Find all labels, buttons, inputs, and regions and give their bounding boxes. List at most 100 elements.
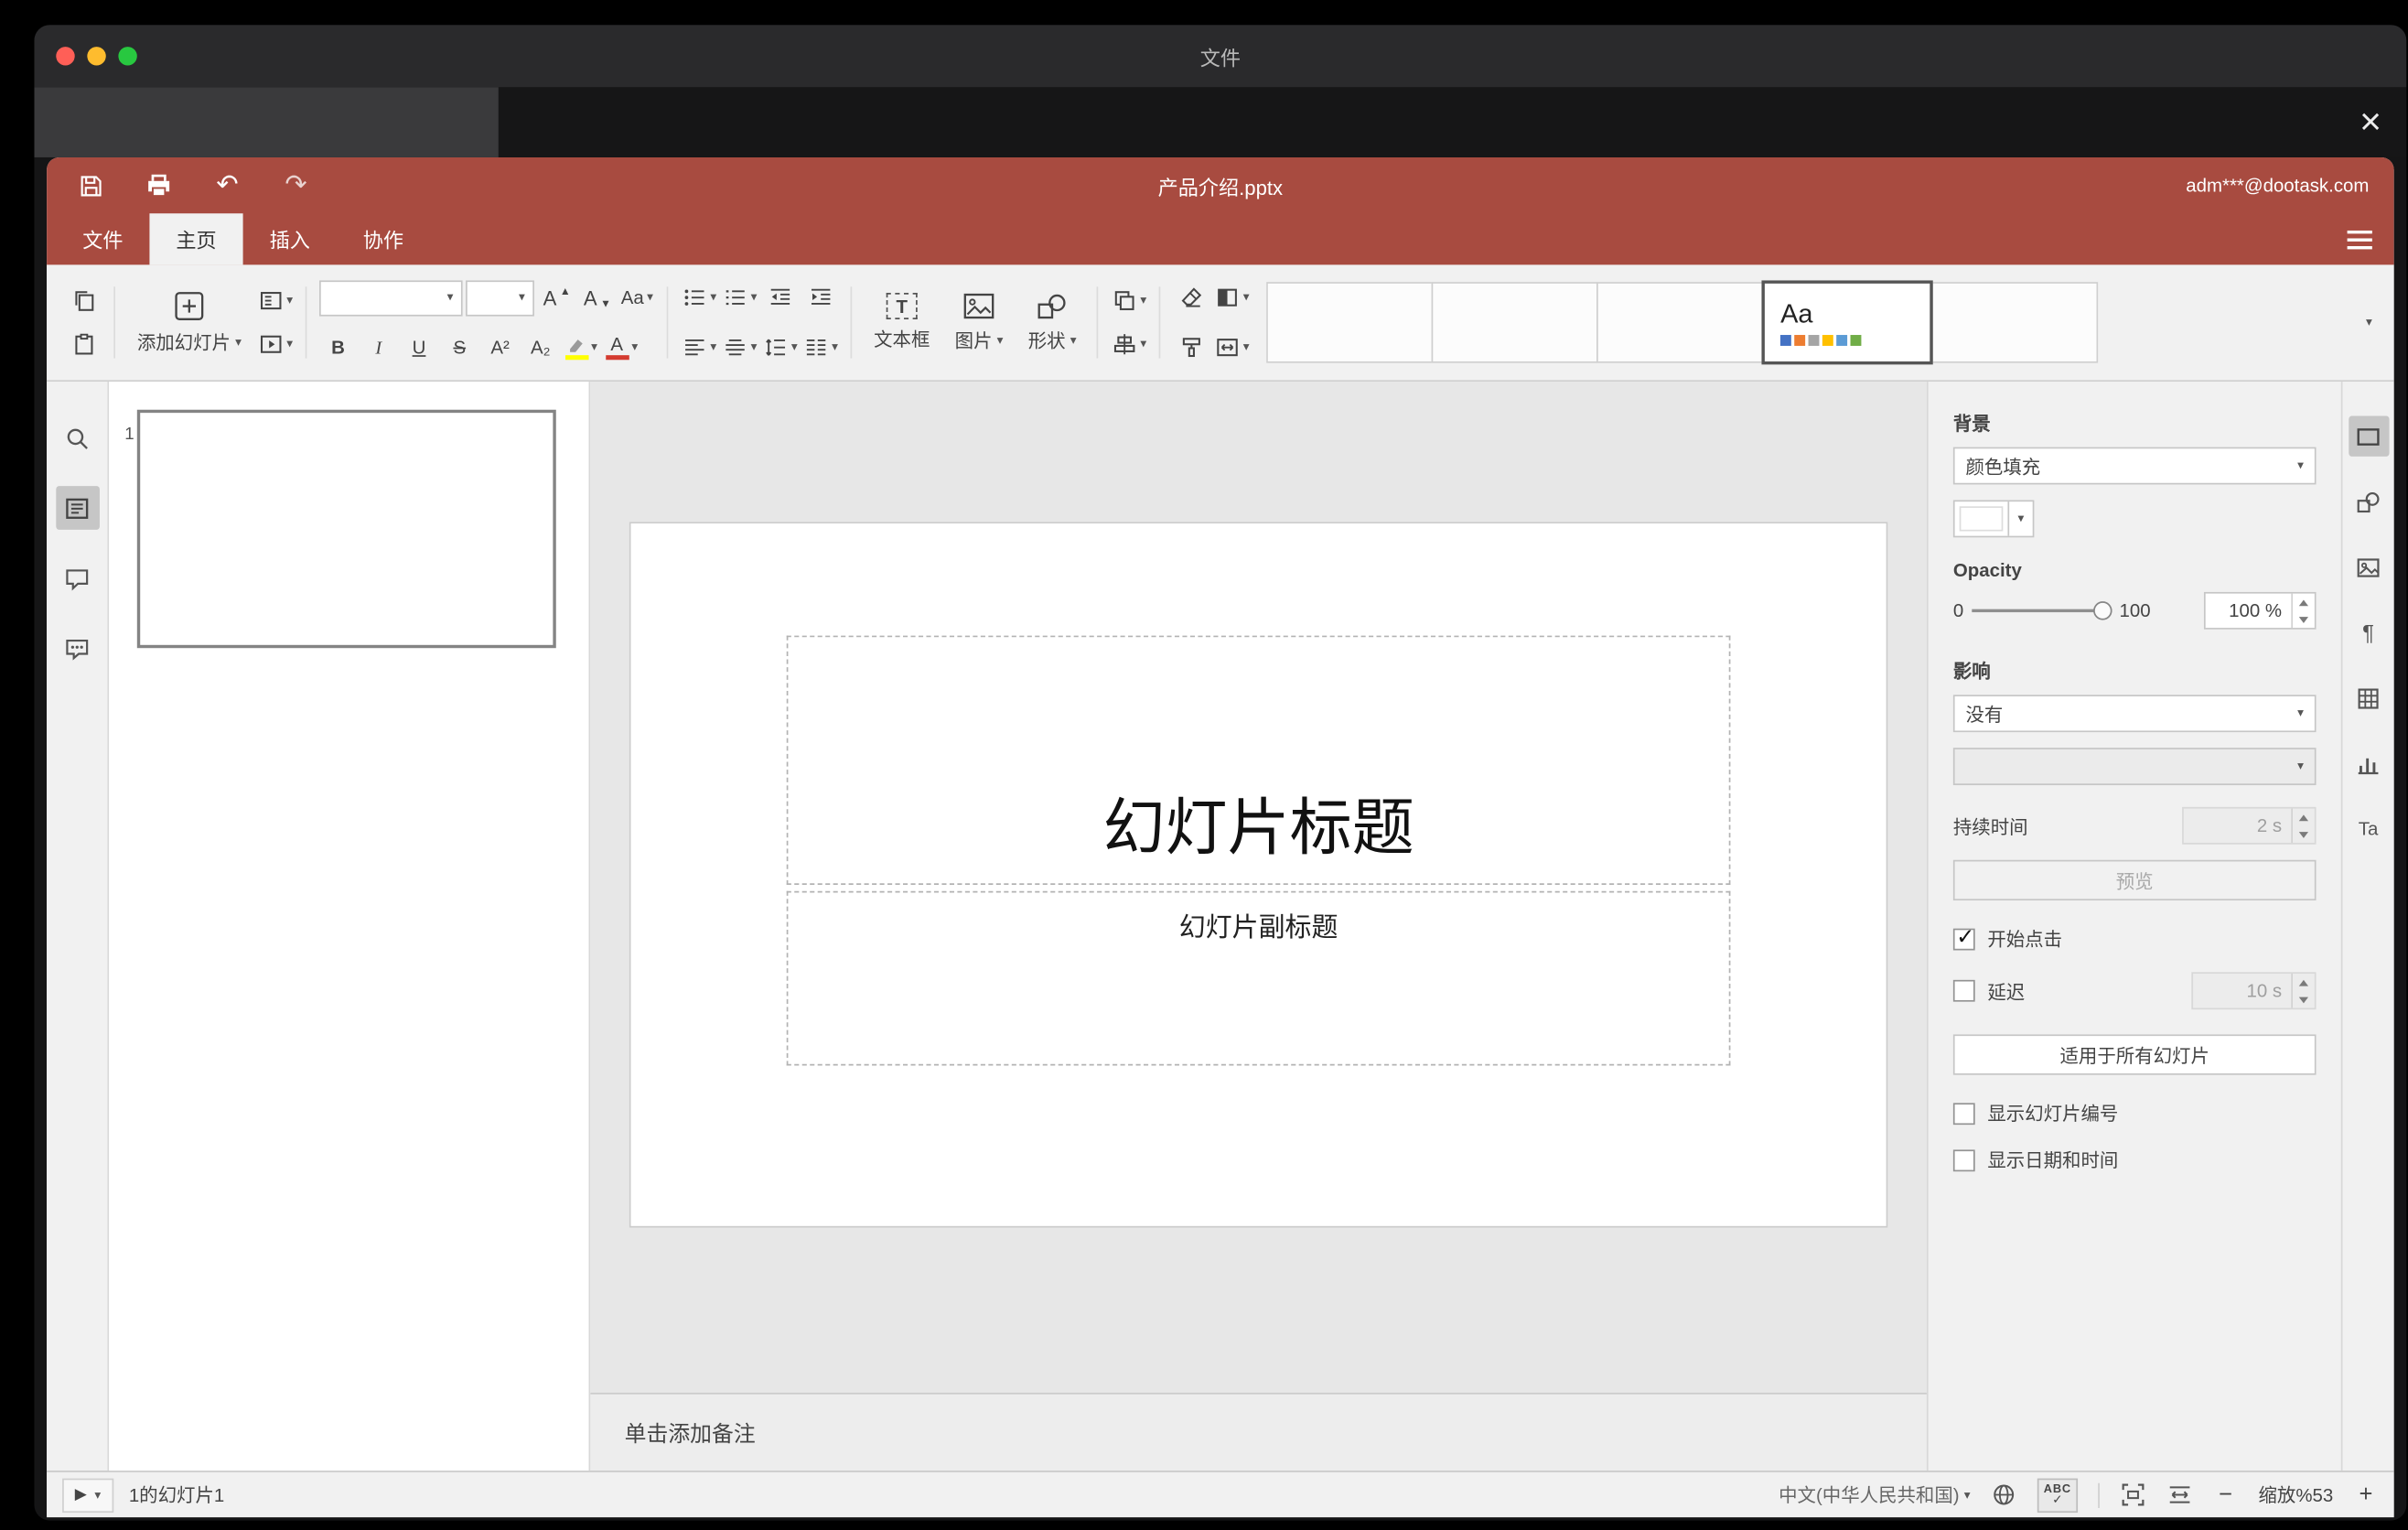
slides-group: 添加幻灯片 [113,271,306,373]
zoom-window-button[interactable] [118,47,137,66]
zoom-out-button[interactable]: − [2213,1482,2238,1508]
fill-type-select[interactable]: 颜色填充 [1952,447,2317,485]
change-case-button[interactable]: Aa [618,279,656,317]
theme-tile[interactable] [1931,282,2099,363]
image-settings-button[interactable] [2348,547,2388,587]
zoom-in-button[interactable]: + [2353,1482,2378,1508]
subtitle-placeholder[interactable]: 幻灯片副标题 [786,890,1731,1066]
color-swatch [1959,506,2004,532]
undo-button[interactable]: ↶ [202,165,252,205]
insert-textbox-button[interactable]: T 文本框 [865,275,940,369]
horizontal-align-button[interactable] [681,329,718,366]
copy-style-button[interactable] [1173,329,1210,366]
fit-to-width-button[interactable] [2166,1482,2193,1508]
paragraph-settings-button[interactable]: ¶ [2348,612,2388,652]
strikethrough-button[interactable]: S [441,329,478,366]
theme-tile-selected[interactable]: Aa [1761,280,1933,365]
eraser-icon [1181,287,1202,307]
slides-panel-button[interactable] [55,486,100,530]
paste-button[interactable] [66,326,103,363]
gallery-expand-button[interactable] [2350,279,2388,366]
slide-size-button[interactable] [1213,329,1251,366]
opacity-min-label: 0 [1952,599,1964,622]
tab-file[interactable]: 文件 [56,213,149,264]
language-select[interactable]: 中文(中华人民共和国) [1779,1482,1970,1508]
chart-settings-button[interactable] [2348,743,2388,783]
opacity-spinner[interactable]: 100 % [2203,591,2317,630]
numbering-button[interactable] [721,279,758,317]
slide-thumbnail-1[interactable] [136,409,556,649]
tab-home[interactable]: 主页 [149,213,243,265]
shape-settings-button[interactable] [2348,481,2388,522]
subscript-button[interactable]: A₂ [521,329,559,366]
comments-panel-button[interactable] [55,556,99,600]
delay-checkbox[interactable] [1952,979,1975,1002]
highlight-color-button[interactable] [563,329,600,366]
slide[interactable]: 幻灯片标题 幻灯片副标题 [629,522,1888,1228]
set-language-button[interactable] [1991,1482,2017,1508]
arrange-shape-button[interactable] [1111,282,1148,319]
vertical-align-button[interactable] [721,329,758,366]
font-color-button[interactable]: A [603,329,640,366]
start-on-click-checkbox[interactable] [1952,923,1975,950]
redo-button[interactable]: ↷ [271,165,320,205]
caret-down-icon [751,341,758,354]
fill-color-select[interactable] [1952,500,2035,538]
tab-insert[interactable]: 插入 [243,213,337,264]
save-button[interactable] [66,165,115,205]
close-window-button[interactable] [56,47,75,66]
line-spacing-button[interactable] [762,329,800,366]
caret-down-icon [2297,760,2304,773]
font-size-combo[interactable] [466,279,534,316]
color-scheme-button[interactable] [1213,279,1251,317]
theme-tile[interactable] [1266,282,1434,363]
superscript-button[interactable]: A² [481,329,519,366]
show-slide-number-label: 显示幻灯片编号 [1987,1103,2119,1126]
insert-shape-button[interactable]: 形状 [1019,275,1086,369]
start-slideshow-button[interactable] [257,326,295,363]
decrease-indent-button[interactable] [762,279,800,317]
minimize-window-button[interactable] [87,47,106,66]
tab-collaboration[interactable]: 协作 [337,213,430,264]
opacity-slider[interactable] [1971,599,2112,621]
close-preview-icon[interactable]: × [2360,102,2381,141]
search-panel-button[interactable] [55,416,99,460]
insert-picture-button[interactable]: 图片 [945,275,1012,369]
align-shape-button[interactable] [1111,326,1148,363]
theme-tile[interactable] [1431,282,1598,363]
vertical-align-icon [726,339,745,356]
title-placeholder[interactable]: 幻灯片标题 [786,635,1731,885]
show-datetime-checkbox[interactable] [1952,1148,1975,1171]
italic-button[interactable]: I [360,329,397,366]
menu-icon[interactable] [2347,230,2372,249]
theme-color-swatch [1850,335,1862,346]
start-slideshow-status-button[interactable]: ▶ [62,1477,113,1513]
underline-button[interactable]: U [401,329,438,366]
clear-style-button[interactable] [1173,279,1210,317]
slider-knob[interactable] [2092,601,2112,620]
increase-font-button[interactable]: A [537,279,575,317]
copy-button[interactable] [66,282,103,319]
status-bar: ▶ 1的幻灯片1 中文(中华人民共和国) [47,1471,2394,1518]
add-slide-button[interactable]: 添加幻灯片 [128,275,252,369]
fit-to-slide-button[interactable] [2120,1482,2146,1508]
notes-area[interactable]: 单击添加备注 [590,1392,1927,1471]
apply-to-all-button[interactable]: 适用于所有幻灯片 [1952,1034,2317,1075]
columns-button[interactable] [802,329,840,366]
chat-panel-button[interactable] [55,626,99,670]
table-settings-button[interactable] [2348,678,2388,718]
bullets-button[interactable] [681,279,718,317]
effect-select[interactable]: 没有 [1952,695,2317,733]
theme-tile[interactable] [1596,282,1764,363]
increase-indent-button[interactable] [802,279,840,317]
font-name-combo[interactable] [319,279,463,316]
spellcheck-button[interactable]: ABC ✓ [2037,1477,2079,1513]
slide-settings-button[interactable] [2348,415,2389,457]
show-slide-number-checkbox[interactable] [1952,1102,1975,1125]
change-layout-button[interactable] [257,282,295,319]
bold-button[interactable]: B [319,329,357,366]
textart-settings-button[interactable]: Ta [2348,809,2388,849]
spinner-arrows[interactable] [2291,593,2315,629]
print-button[interactable] [134,165,183,205]
decrease-font-button[interactable]: A [578,279,616,317]
